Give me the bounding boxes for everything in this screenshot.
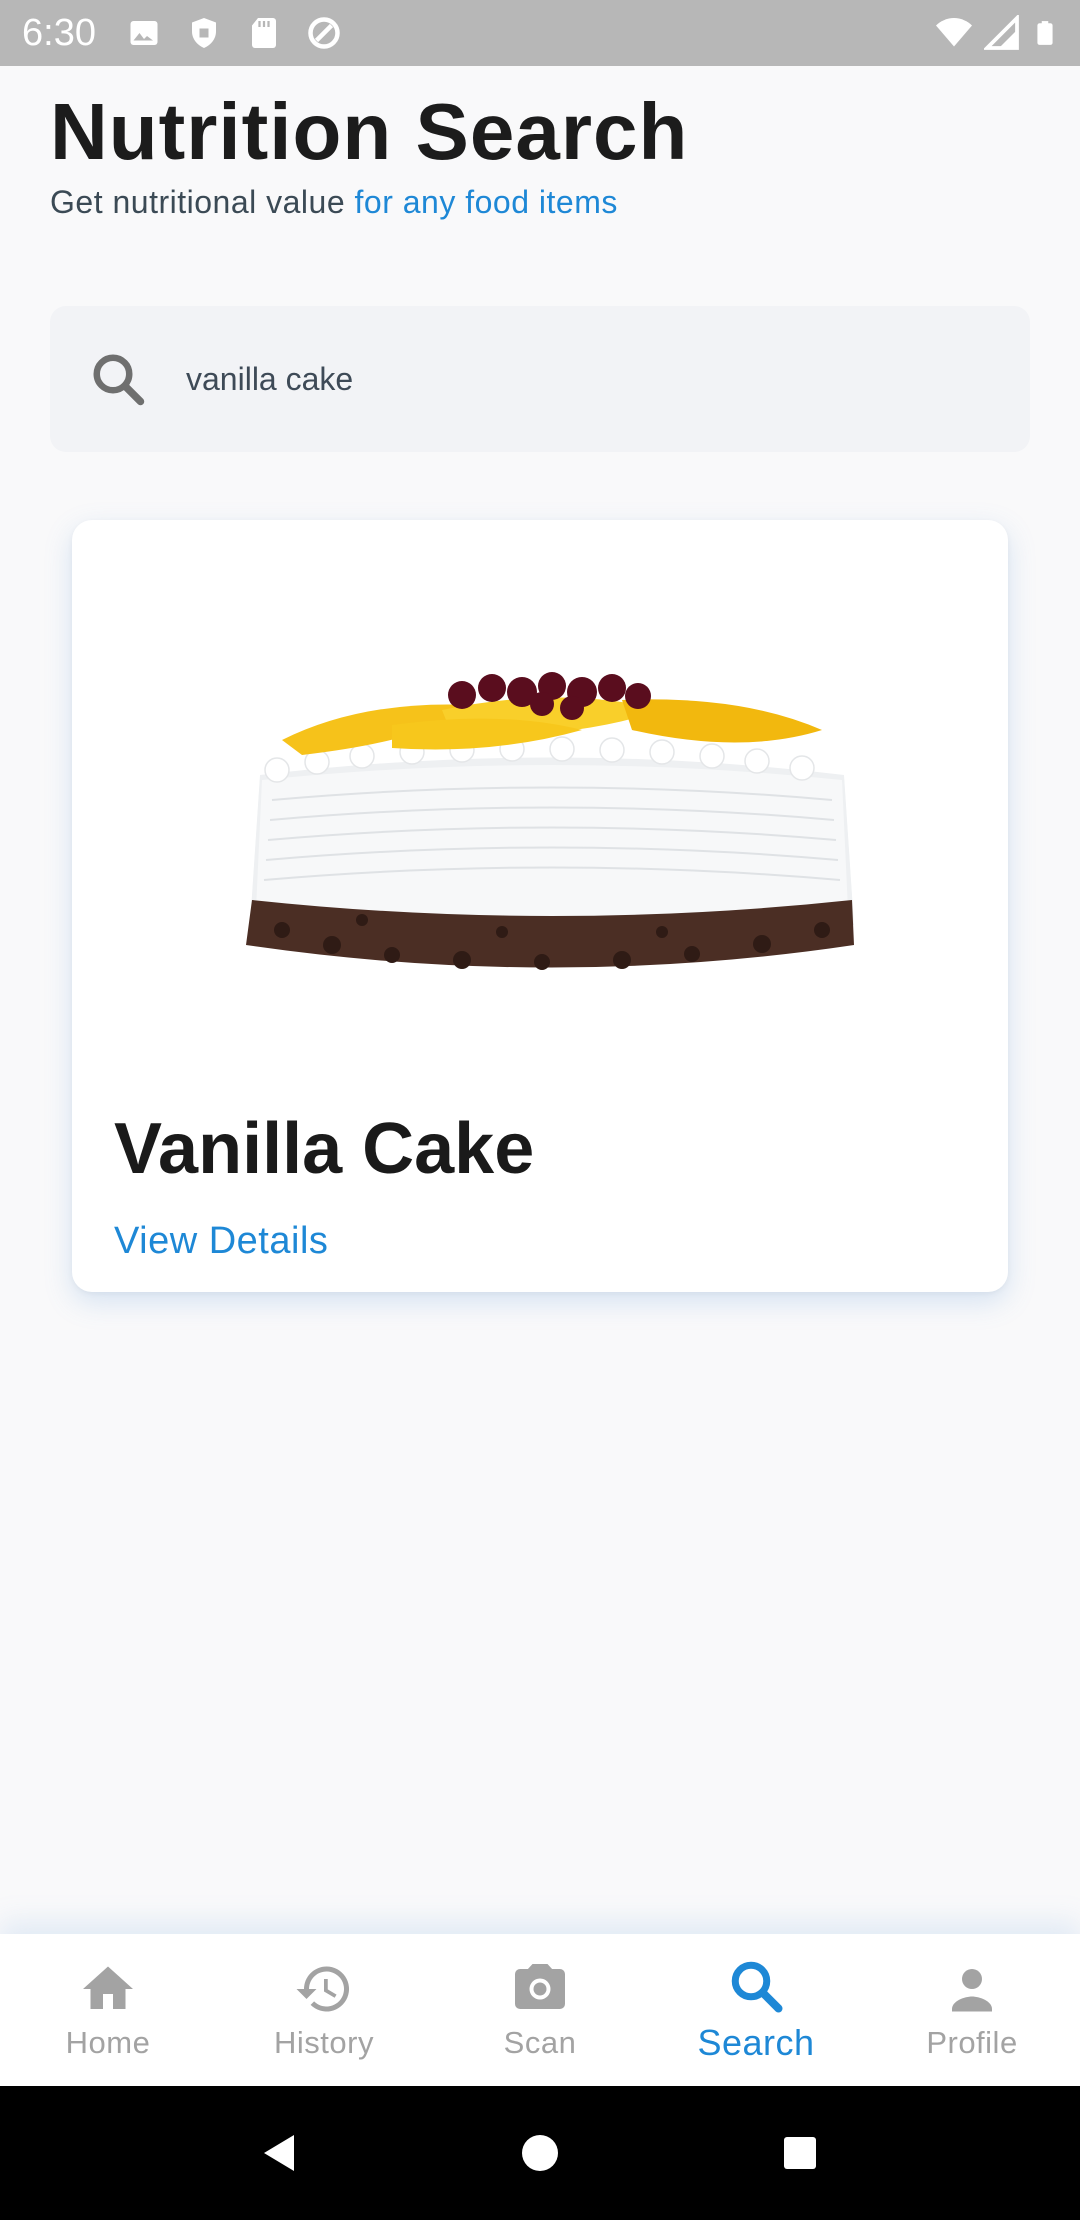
cake-image — [246, 672, 854, 970]
bottom-nav: Home History Scan Search Profile — [0, 1934, 1080, 2086]
nav-home-label: Home — [65, 2025, 151, 2060]
recents-icon[interactable] — [776, 2129, 824, 2177]
page-subtitle: Get nutritional value for any food items — [50, 184, 618, 221]
status-icons-right — [936, 15, 1058, 51]
view-details-link[interactable]: View Details — [114, 1220, 328, 1263]
subtitle-accent-text: for any food items — [354, 184, 618, 220]
status-time: 6:30 — [22, 11, 96, 54]
nav-history-label: History — [274, 2025, 374, 2060]
image-icon — [130, 21, 158, 45]
home-circle-icon[interactable] — [516, 2129, 564, 2177]
page-title: Nutrition Search — [50, 87, 689, 176]
nav-history[interactable]: History — [216, 1934, 432, 2086]
search-icon — [731, 1961, 783, 2013]
nav-scan-label: Scan — [503, 2025, 577, 2060]
search-input[interactable] — [186, 360, 946, 398]
status-icons-left — [126, 15, 342, 51]
sd-card-icon — [251, 18, 276, 48]
history-icon — [296, 1966, 350, 2012]
nav-profile-label: Profile — [926, 2025, 1018, 2060]
nav-home[interactable]: Home — [0, 1934, 216, 2086]
nav-search[interactable]: Search — [648, 1934, 864, 2086]
search-icon — [93, 354, 145, 406]
home-icon — [83, 1966, 133, 2009]
person-icon — [952, 1969, 992, 2012]
back-icon[interactable] — [256, 2129, 304, 2177]
nav-search-label: Search — [697, 2022, 815, 2063]
nav-scan[interactable]: Scan — [432, 1934, 648, 2086]
shield-icon — [191, 18, 216, 48]
subtitle-text: Get nutritional value — [50, 184, 355, 220]
result-title: Vanilla Cake — [114, 1109, 535, 1189]
system-nav-bar — [0, 2086, 1080, 2220]
search-bar[interactable] — [50, 306, 1030, 452]
battery-icon — [1037, 21, 1053, 45]
wifi-icon — [936, 18, 972, 47]
signal-icon — [984, 15, 1019, 50]
nav-profile[interactable]: Profile — [864, 1934, 1080, 2086]
result-card[interactable]: Vanilla Cake View Details — [72, 520, 1008, 1292]
status-bar: 6:30 — [0, 0, 1080, 66]
at-sign-icon — [308, 17, 340, 49]
camera-icon — [515, 1964, 565, 2009]
